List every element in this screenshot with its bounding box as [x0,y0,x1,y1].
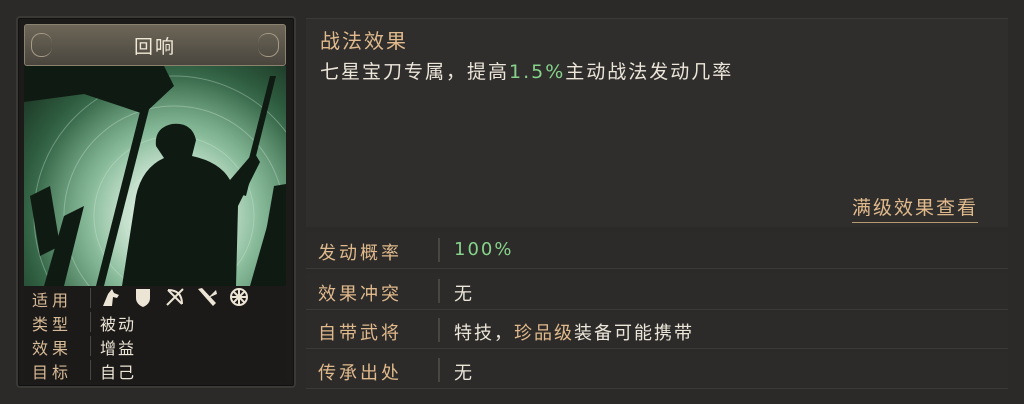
row-trigger-rate: 发动概率 100% [306,232,1008,269]
inheritance-source-label: 传承出处 [318,363,402,384]
spear-icon [196,286,218,308]
banner-scroll-left-decoration [31,33,52,57]
innate-general-label: 自带武将 [318,323,402,344]
effect-desc-value: 1.5% [509,61,566,83]
innate-general-suffix: 装备可能携带 [574,323,694,344]
skill-effect-panel: 战法效果 七星宝刀专属，提高1.5%主动战法发动几率 满级效果查看 [306,18,1008,227]
target-label: 目标 [32,363,73,382]
skill-info-table: 适用 类型 被动 效果 增益 目标 自己 [24,286,286,382]
row-effect-conflict: 效果冲突 无 [306,273,1008,310]
info-row-type: 类型 被动 [24,310,286,334]
cavalry-icon [100,286,122,308]
info-row-effect: 效果 增益 [24,334,286,358]
troop-type-icons [100,286,250,308]
innate-general-quality: 珍品级 [514,323,574,344]
warrior-silhouette-illustration [24,66,286,286]
skill-name-banner: 回响 [24,24,286,66]
effect-section-title: 战法效果 [320,29,408,53]
innate-general-prefix: 特技， [454,323,514,344]
row-inheritance-source: 传承出处 无 [306,352,1008,389]
inheritance-source-value: 无 [454,363,474,384]
target-value: 自己 [100,363,137,382]
bow-icon [164,286,186,308]
vehicle-icon [228,286,250,308]
trigger-rate-value: 100% [454,239,514,260]
effect-conflict-label: 效果冲突 [318,284,402,305]
skill-name: 回响 [133,35,176,58]
type-value: 被动 [100,315,137,334]
applicable-label: 适用 [32,291,73,310]
skill-card: 回响 适用 类型 被动 效果 增益 目标 自己 [16,16,296,388]
innate-general-value: 特技，珍品级装备可能携带 [454,319,694,345]
banner-scroll-right-decoration [258,33,279,57]
effect-desc-prefix: 七星宝刀专属，提高 [320,61,510,83]
max-level-effect-link[interactable]: 满级效果查看 [851,193,978,223]
skill-artwork [24,66,286,286]
effect-value: 增益 [100,339,137,358]
shield-icon [132,286,154,308]
info-row-target: 目标 自己 [24,358,286,382]
info-row-applicable: 适用 [24,286,286,310]
effect-label: 效果 [32,339,73,358]
effect-desc-suffix: 主动战法发动几率 [565,61,734,83]
effect-conflict-value: 无 [454,284,474,305]
row-innate-general: 自带武将 特技，珍品级装备可能携带 [306,312,1008,349]
trigger-rate-label: 发动概率 [318,243,402,264]
type-label: 类型 [32,315,73,334]
effect-description: 七星宝刀专属，提高1.5%主动战法发动几率 [320,57,733,84]
